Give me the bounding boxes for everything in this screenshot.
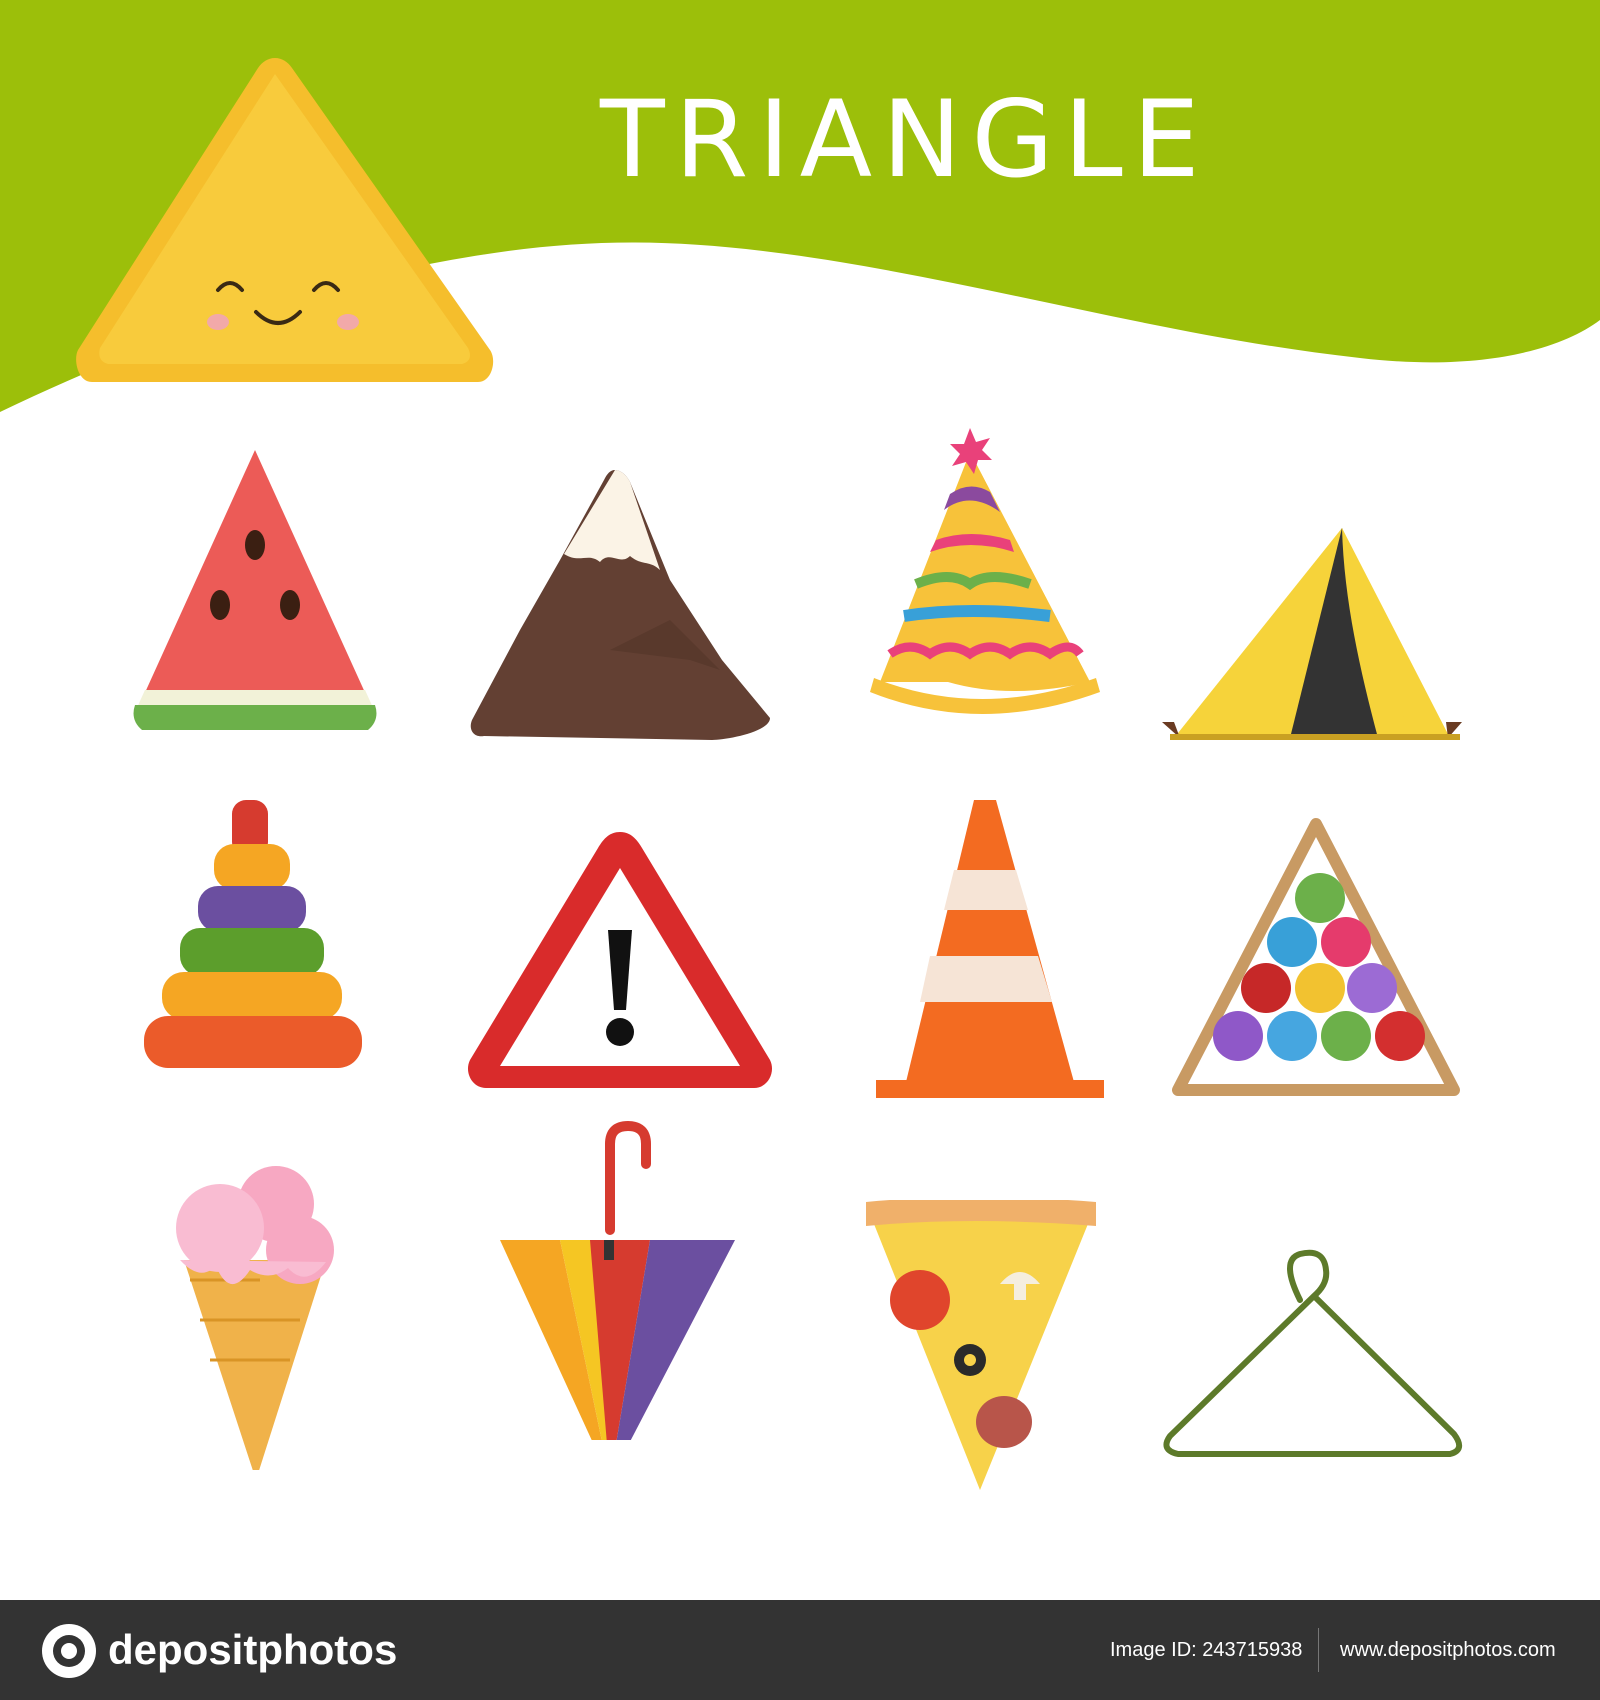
billiard-rack-icon — [1160, 790, 1480, 1110]
ice-cream-icon — [100, 1150, 420, 1470]
stacking-toy-icon — [100, 790, 420, 1110]
footer-url-link[interactable]: www.depositphotos.com — [1340, 1634, 1556, 1666]
party-hat-icon — [850, 420, 1170, 740]
header-band — [0, 0, 1600, 412]
mountain-icon — [460, 420, 780, 740]
warning-sign-icon — [460, 790, 780, 1110]
umbrella-icon — [460, 1120, 780, 1440]
footer-image-id: Image ID: 243715938 — [1110, 1639, 1303, 1661]
tent-icon — [1150, 420, 1470, 740]
watermelon-slice-icon — [100, 420, 420, 740]
footer-divider — [1318, 1628, 1319, 1672]
footer-brand[interactable]: depositphotos — [108, 1622, 397, 1678]
worksheet: TRIANGLE depositphotos Image ID: 2437159… — [0, 0, 1600, 1700]
footer-bar: depositphotos Image ID: 243715938 www.de… — [0, 1600, 1600, 1700]
traffic-cone-icon — [850, 790, 1170, 1110]
page-title: TRIANGLE — [600, 78, 1210, 201]
hanger-icon — [1150, 1240, 1470, 1560]
camera-logo-icon — [42, 1624, 96, 1678]
pizza-slice-icon — [860, 1200, 1180, 1520]
